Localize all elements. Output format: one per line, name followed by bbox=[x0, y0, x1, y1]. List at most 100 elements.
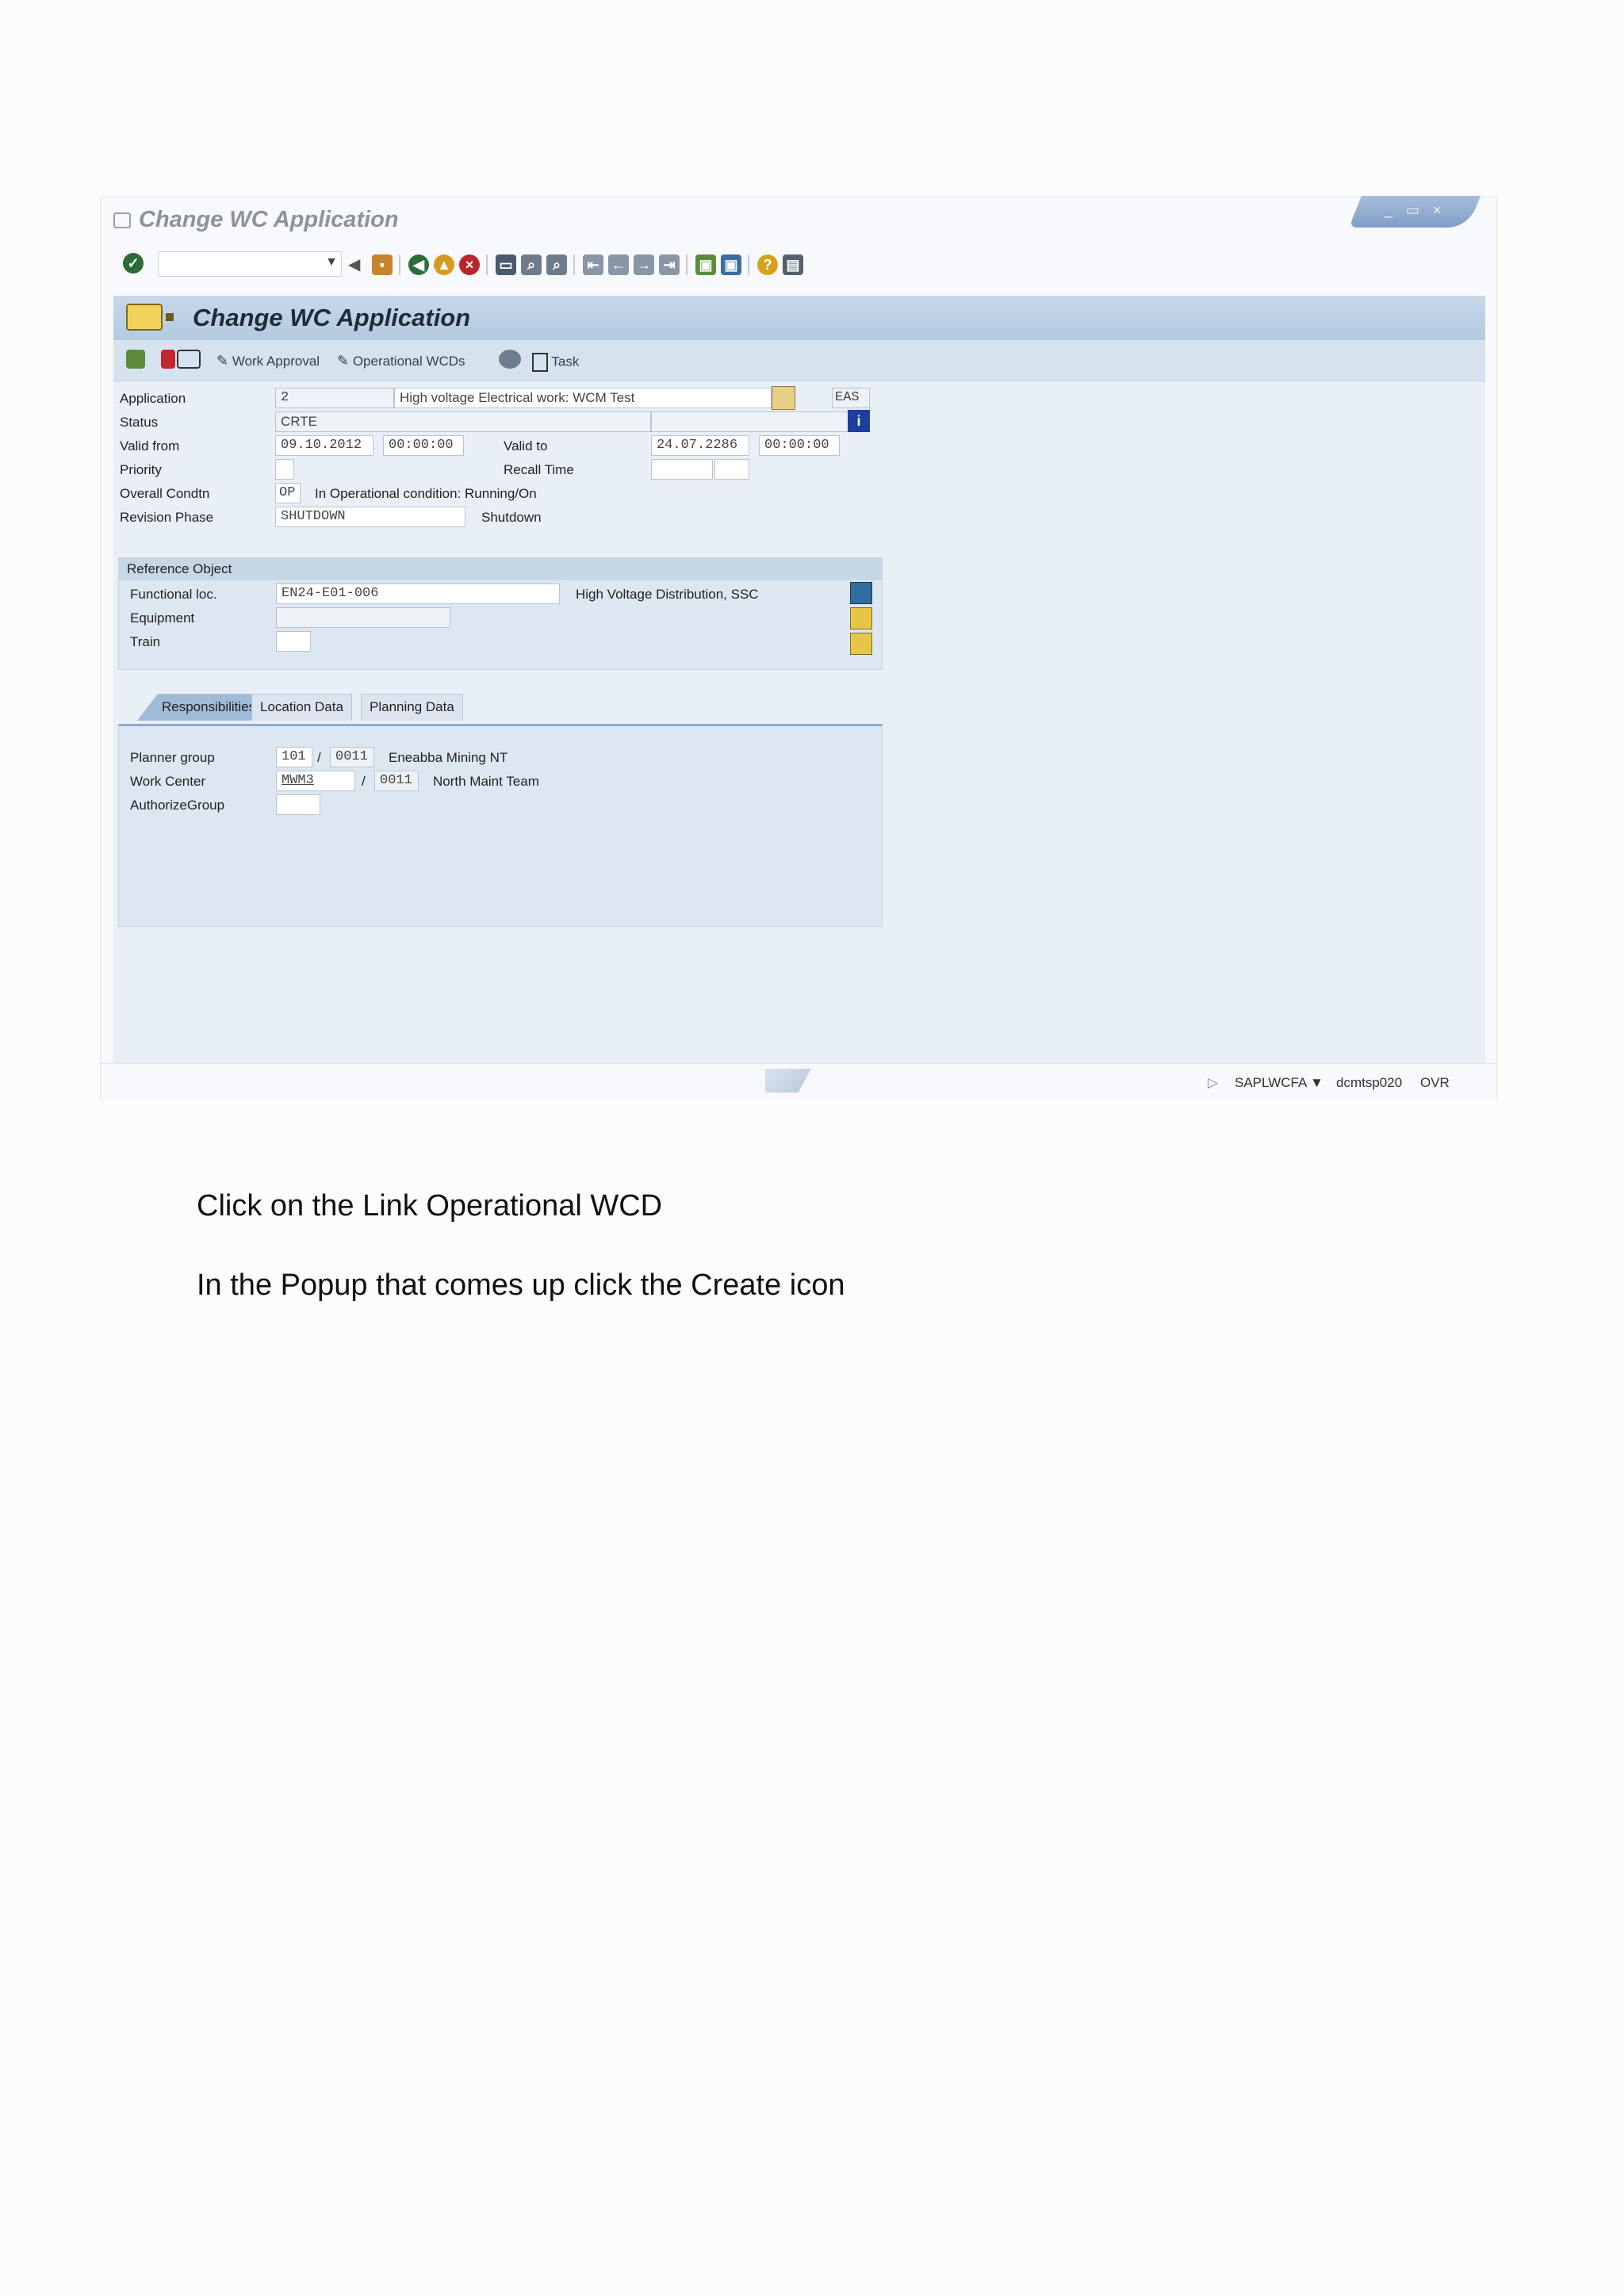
planner-group-plant-field[interactable]: 0011 bbox=[330, 747, 374, 767]
last-page-icon[interactable]: ⇥ bbox=[659, 254, 680, 275]
window-menu-icon[interactable] bbox=[113, 212, 131, 229]
tab-responsibilities-label[interactable]: Responsibilities bbox=[162, 699, 255, 714]
application-icon-dot bbox=[166, 313, 174, 321]
planner-group-text: Eneabba Mining NT bbox=[389, 750, 508, 765]
status-expand-icon[interactable]: ▷ bbox=[1208, 1075, 1218, 1091]
application-icon bbox=[126, 304, 163, 331]
pencil-icon: ✎ bbox=[337, 353, 350, 369]
status-bar: ▷ SAPLWCFA ▼ dcmtsp020 OVR bbox=[101, 1063, 1496, 1101]
chevron-down-icon[interactable]: ▼ bbox=[325, 255, 338, 270]
object-search-icon[interactable] bbox=[850, 633, 872, 655]
revision-phase-field[interactable]: SHUTDOWN bbox=[275, 507, 465, 527]
recall-time-unit-field[interactable] bbox=[714, 459, 749, 480]
insert-mode-indicator[interactable]: OVR bbox=[1420, 1075, 1450, 1091]
cancel-icon[interactable]: × bbox=[459, 254, 480, 275]
equipment-field[interactable] bbox=[276, 607, 450, 628]
responsibilities-panel: Planner group 101 / 0011 Eneabba Mining … bbox=[118, 724, 883, 927]
application-field[interactable]: 2 bbox=[275, 388, 394, 408]
previous-page-icon[interactable]: ← bbox=[608, 254, 629, 275]
enter-icon[interactable]: ✓ bbox=[123, 253, 144, 274]
toolbar-separator bbox=[686, 254, 688, 275]
overall-condition-field[interactable]: OP bbox=[275, 483, 301, 503]
panel-header: Change WC Application bbox=[113, 296, 1485, 340]
exit-icon[interactable]: ▲ bbox=[434, 254, 454, 275]
work-approval-button[interactable]: ✎ Work Approval bbox=[216, 353, 320, 369]
application-label: Application bbox=[120, 391, 186, 406]
tab-strip: Responsibilities Location Data Planning … bbox=[137, 694, 883, 724]
pencil-icon: ✎ bbox=[216, 353, 229, 369]
shortcut-icon[interactable]: ▣ bbox=[721, 254, 741, 275]
revision-phase-label: Revision Phase bbox=[120, 510, 214, 525]
tab-planning-data[interactable]: Planning Data bbox=[361, 694, 463, 721]
find-icon[interactable]: ⌕ bbox=[521, 254, 542, 275]
back-arrow-icon[interactable]: ◀ bbox=[348, 254, 360, 274]
customize-layout-icon[interactable]: ▤ bbox=[783, 254, 803, 275]
operational-wcds-button[interactable]: ✎ Operational WCDs bbox=[337, 353, 465, 369]
status-field[interactable]: CRTE bbox=[275, 411, 651, 432]
command-field[interactable]: ▼ bbox=[158, 251, 342, 277]
toolbar-separator bbox=[748, 254, 749, 275]
task-button[interactable]: Task bbox=[532, 353, 579, 372]
slash-separator: / bbox=[362, 774, 366, 789]
authorize-group-field[interactable] bbox=[276, 794, 320, 815]
valid-to-time-field[interactable]: 00:00:00 bbox=[759, 435, 840, 456]
tab-planning-data-label[interactable]: Planning Data bbox=[370, 699, 454, 714]
save-icon[interactable]: ▪ bbox=[372, 254, 393, 275]
settings-gear-icon[interactable] bbox=[499, 350, 521, 369]
system-info[interactable]: SAPLWCFA ▼ bbox=[1235, 1075, 1323, 1091]
application-description-field[interactable]: High voltage Electrical work: WCM Test bbox=[394, 388, 772, 408]
hierarchy-icon[interactable] bbox=[850, 607, 872, 629]
help-icon[interactable]: ? bbox=[757, 254, 778, 275]
application-toolbar: ✎ Work Approval ✎ Operational WCDs Task bbox=[113, 340, 1485, 381]
toolbar-separator bbox=[399, 254, 400, 275]
train-field[interactable] bbox=[276, 631, 311, 652]
window-controls-glyphs[interactable]: _ ▭ × bbox=[1356, 196, 1475, 224]
valid-to-label: Valid to bbox=[504, 438, 548, 453]
valid-to-date-field[interactable]: 24.07.2286 bbox=[651, 435, 749, 456]
work-center-plant-field[interactable]: 0011 bbox=[374, 771, 419, 791]
status-icon[interactable] bbox=[161, 350, 175, 369]
display-change-icon[interactable] bbox=[126, 350, 145, 369]
operational-wcds-label[interactable]: Operational WCDs bbox=[353, 354, 465, 369]
object-link-icon[interactable] bbox=[177, 350, 201, 369]
functional-location-text: High Voltage Distribution, SSC bbox=[576, 587, 759, 602]
tab-location-data[interactable]: Location Data bbox=[251, 694, 352, 721]
priority-field[interactable] bbox=[275, 459, 294, 480]
recall-time-field[interactable] bbox=[651, 459, 713, 480]
find-next-icon[interactable]: ⌕ bbox=[546, 254, 567, 275]
next-page-icon[interactable]: → bbox=[634, 254, 654, 275]
print-icon[interactable]: ▭ bbox=[496, 254, 516, 275]
work-approval-label[interactable]: Work Approval bbox=[232, 354, 320, 369]
list-icon bbox=[532, 353, 548, 372]
info-icon[interactable]: i bbox=[848, 410, 870, 432]
first-page-icon[interactable]: ⇤ bbox=[583, 254, 603, 275]
toolbar-separator bbox=[486, 254, 488, 275]
reference-object-group: Reference Object Functional loc. EN24-E0… bbox=[118, 557, 883, 670]
structure-list-icon[interactable] bbox=[850, 582, 872, 604]
window-title: Change WC Application bbox=[113, 207, 399, 233]
planner-group-field[interactable]: 101 bbox=[276, 747, 312, 767]
functional-location-field[interactable]: EN24-E01-006 bbox=[276, 584, 560, 604]
application-code-field[interactable]: EAS bbox=[832, 388, 870, 408]
tab-location-data-label[interactable]: Location Data bbox=[260, 699, 343, 714]
instruction-step-1: Click on the Link Operational WCD bbox=[197, 1189, 663, 1223]
task-label[interactable]: Task bbox=[551, 354, 579, 369]
standard-toolbar: ✓ ▼ ◀ ▪ ◀ ▲ × ▭ ⌕ ⌕ ⇤ ← → ⇥ ▣ ▣ ? ▤ bbox=[101, 247, 1496, 283]
work-center-field[interactable]: MWM3 bbox=[276, 771, 355, 791]
tab-responsibilities[interactable]: Responsibilities bbox=[137, 694, 265, 721]
back-icon[interactable]: ◀ bbox=[408, 254, 429, 275]
sap-window: Change WC Application _ ▭ × ✓ ▼ ◀ ▪ ◀ ▲ … bbox=[100, 196, 1497, 1101]
toolbar-separator bbox=[573, 254, 575, 275]
valid-from-time-field[interactable]: 00:00:00 bbox=[383, 435, 464, 456]
planner-group-label: Planner group bbox=[130, 750, 215, 765]
valid-from-date-field[interactable]: 09.10.2012 bbox=[275, 435, 373, 456]
new-session-icon[interactable]: ▣ bbox=[695, 254, 716, 275]
chevron-down-icon[interactable]: ▼ bbox=[1310, 1075, 1323, 1090]
window-controls[interactable]: _ ▭ × bbox=[1348, 196, 1481, 228]
status-user-field[interactable] bbox=[651, 411, 868, 432]
valid-from-label: Valid from bbox=[120, 438, 180, 453]
program-name: SAPLWCFA bbox=[1235, 1075, 1307, 1090]
server-name: dcmtsp020 bbox=[1336, 1075, 1403, 1090]
instruction-step-2: In the Popup that comes up click the Cre… bbox=[197, 1269, 845, 1302]
edit-long-text-icon[interactable] bbox=[772, 386, 795, 410]
